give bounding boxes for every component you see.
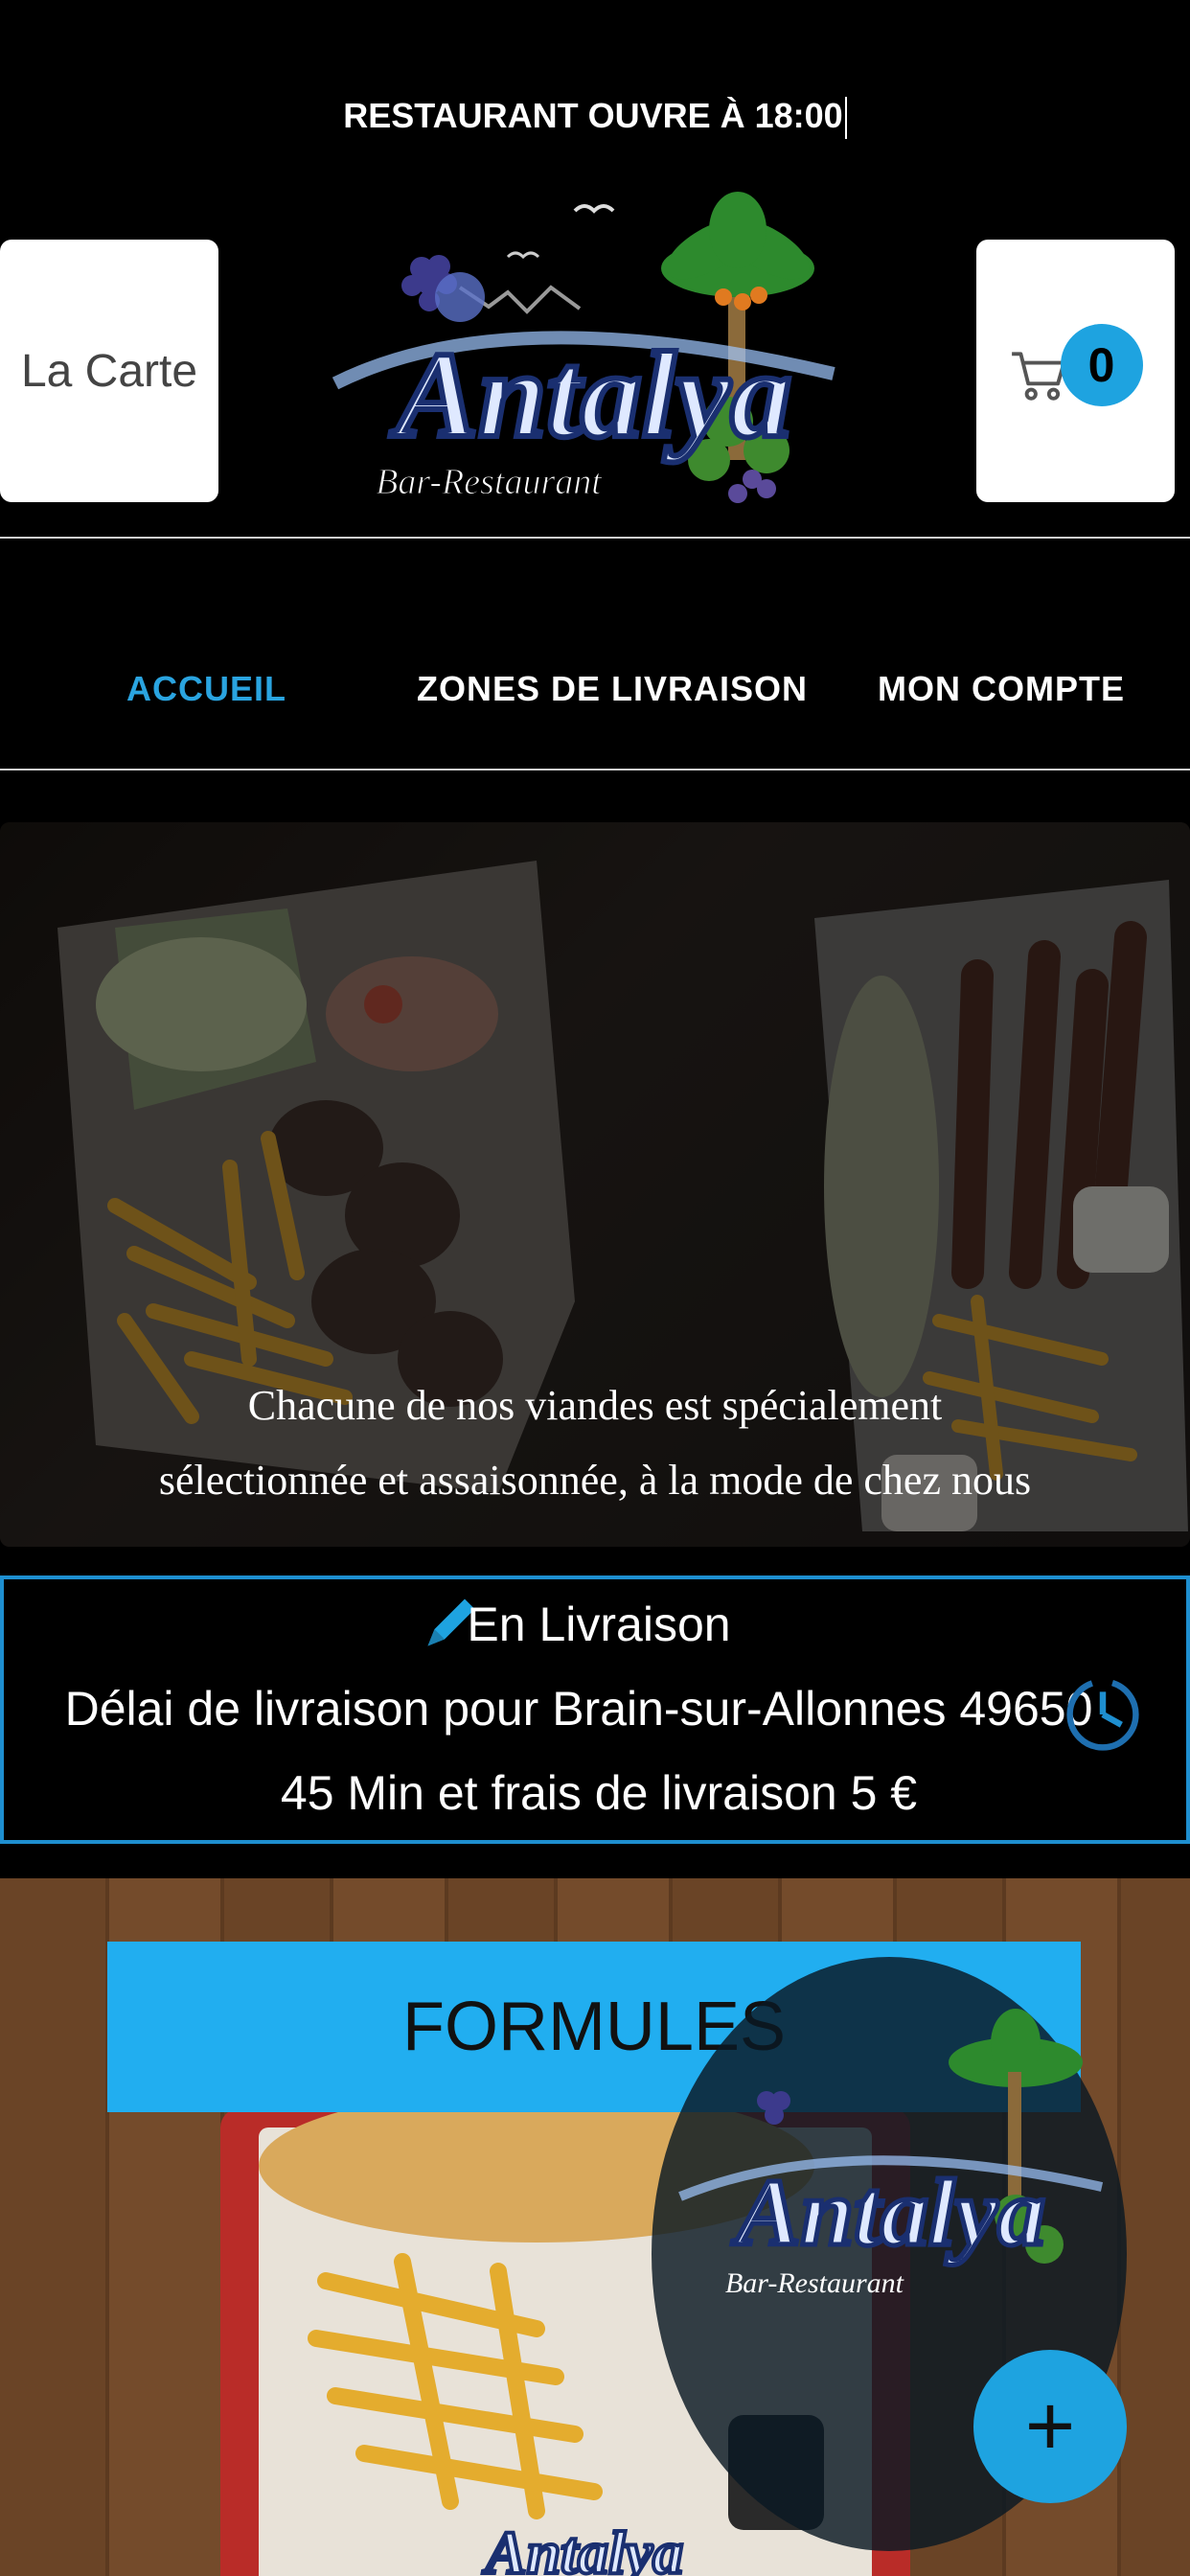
delivery-info-panel: En Livraison Délai de livraison pour Bra… <box>0 1576 1190 1844</box>
clock-icon <box>1066 1678 1139 1751</box>
hero-caption: Chacune de nos viandes est spécialement … <box>0 1368 1190 1518</box>
opening-notice-text: RESTAURANT OUVRE À 18:00 <box>343 96 843 135</box>
delivery-line2: 45 Min et frais de livraison 5 € <box>280 1766 918 1820</box>
divider <box>0 769 1190 770</box>
hero-caption-line2: sélectionnée et assaisonnée, à la mode d… <box>158 1457 1032 1504</box>
logo-subtitle: Bar-Restaurant <box>376 462 603 502</box>
divider <box>0 537 1190 539</box>
nav-item-zones-de-livraison[interactable]: ZONES DE LIVRAISON <box>417 669 808 709</box>
cart-button[interactable]: 0 <box>976 240 1175 502</box>
hero-caption-line1: Chacune de nos viandes est spécialement <box>247 1382 943 1429</box>
overlay-logo-title: Antalya <box>731 2159 1045 2266</box>
hero-banner: Chacune de nos viandes est spécialement … <box>0 822 1190 1547</box>
text-caret <box>844 97 847 140</box>
delivery-line1: Délai de livraison pour Brain-sur-Allonn… <box>64 1682 1093 1736</box>
nav-item-accueil[interactable]: ACCUEIL <box>126 669 286 709</box>
opening-notice: RESTAURANT OUVRE À 18:00 <box>0 96 1190 140</box>
main-nav: ACCUEIL ZONES DE LIVRAISON MON COMPTE <box>0 632 1190 748</box>
overlay-logo-subtitle: Bar-Restaurant <box>725 2267 904 2299</box>
menu-button-label: La Carte <box>20 345 198 397</box>
cart-icon <box>1011 352 1065 401</box>
nav-item-mon-compte[interactable]: MON COMPTE <box>878 669 1125 709</box>
plus-icon: + <box>1024 2378 1076 2474</box>
add-fab-button[interactable]: + <box>973 2350 1127 2503</box>
delivery-title: En Livraison <box>467 1598 731 1651</box>
restaurant-logo[interactable]: Antalya Bar-Restaurant <box>316 182 881 537</box>
logo-title: Antalya <box>390 327 792 463</box>
cart-count-badge: 0 <box>1060 324 1143 406</box>
menu-button[interactable]: La Carte <box>0 240 218 502</box>
